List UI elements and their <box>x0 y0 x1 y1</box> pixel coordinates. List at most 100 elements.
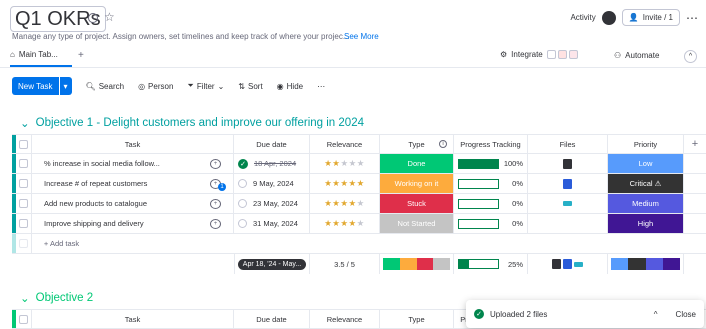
tab-main-table[interactable]: ⌂ Main Tab... <box>10 50 58 59</box>
priority-cell[interactable]: High <box>608 214 684 233</box>
summary-files[interactable] <box>528 254 608 274</box>
column-header-type[interactable]: Type i <box>380 135 454 153</box>
files-cell[interactable] <box>528 174 608 193</box>
type-status-cell[interactable]: Not Started <box>380 214 454 233</box>
add-column-button[interactable]: + <box>684 135 706 153</box>
comment-icon[interactable]: + <box>210 159 221 169</box>
see-more-link[interactable]: See More <box>344 32 379 41</box>
type-status-cell[interactable]: Stuck <box>380 194 454 213</box>
column-header-task[interactable]: Task <box>32 310 234 328</box>
priority-segment <box>662 258 680 270</box>
group-1-label: Objective 1 - Delight customers and impr… <box>35 117 364 129</box>
add-view-button[interactable]: + <box>78 50 84 61</box>
person-filter-button[interactable]: ◎ Person <box>138 82 173 91</box>
files-cell[interactable] <box>528 214 608 233</box>
priority-cell[interactable]: Low <box>608 154 684 173</box>
add-task-input[interactable]: + Add task <box>32 234 706 253</box>
chevron-down-icon[interactable]: ⌄ <box>20 291 30 305</box>
invite-button[interactable]: 👤 Invite / 1 <box>621 9 680 26</box>
hide-button[interactable]: ◉ Hide <box>277 82 303 91</box>
star-icon[interactable]: ☆ <box>104 10 115 24</box>
more-icon[interactable]: ⋯ <box>686 11 698 25</box>
column-header-due[interactable]: Due date <box>234 135 310 153</box>
priority-cell[interactable]: Medium <box>608 194 684 213</box>
chevron-down-icon[interactable]: ▾ <box>58 77 72 95</box>
integrate-button[interactable]: ⚙ Integrate <box>500 50 578 59</box>
home-icon: ⌂ <box>10 50 15 59</box>
file-icon[interactable] <box>563 178 572 189</box>
file-icon[interactable] <box>563 201 572 206</box>
toast-close-button[interactable]: Close <box>676 310 696 319</box>
row-checkbox[interactable] <box>16 154 32 173</box>
add-task-checkbox <box>16 234 32 253</box>
collapse-header-button[interactable]: ^ <box>684 50 697 63</box>
column-header-relevance[interactable]: Relevance <box>310 135 380 153</box>
upload-toast: ✓ Uploaded 2 files ^ Close <box>466 300 704 328</box>
select-all-checkbox[interactable] <box>16 135 32 153</box>
row-checkbox[interactable] <box>16 194 32 213</box>
column-header-progress[interactable]: Progress Tracking <box>454 135 528 153</box>
due-date-cell[interactable]: ✓ 18 Apr, 2024 <box>234 154 310 173</box>
type-status-cell[interactable]: Done <box>380 154 454 173</box>
task-name: % increase in social media follow... <box>44 159 160 168</box>
table-row[interactable]: % increase in social media follow... + ✓ 18… <box>12 154 706 174</box>
row-checkbox[interactable] <box>16 214 32 233</box>
task-name-cell[interactable]: % increase in social media follow... + <box>32 154 234 173</box>
file-icon[interactable] <box>563 158 572 169</box>
filter-button[interactable]: ⏷ Filter ⌄ <box>187 81 224 91</box>
column-header-due[interactable]: Due date <box>234 310 310 328</box>
group-objective-1-title[interactable]: ⌄ Objective 1 - Delight customers and im… <box>20 116 364 130</box>
column-header-files[interactable]: Files <box>528 135 608 153</box>
row-checkbox[interactable] <box>16 174 32 193</box>
column-header-relevance[interactable]: Relevance <box>310 310 380 328</box>
chevron-down-icon[interactable]: ⌄ <box>20 116 30 130</box>
task-name-cell[interactable]: Increase # of repeat customers +1 <box>32 174 234 193</box>
relevance-rating[interactable]: ★★★★★ <box>310 174 380 193</box>
priority-cell[interactable]: Critical ⚠ <box>608 174 684 193</box>
group-objective-2-title[interactable]: ⌄ Objective 2 <box>20 291 93 305</box>
task-name-cell[interactable]: Add new products to catalogue + <box>32 194 234 213</box>
due-date-cell[interactable]: 23 May, 2024 <box>234 194 310 213</box>
search-button[interactable]: 🔍︎ Search <box>86 82 125 91</box>
summary-priority[interactable] <box>608 254 684 274</box>
relevance-rating[interactable]: ★★★★★ <box>310 154 380 173</box>
due-date-cell[interactable]: 31 May, 2024 <box>234 214 310 233</box>
star-rating: ★★★★★ <box>324 178 365 188</box>
activity-label[interactable]: Activity <box>570 13 595 22</box>
automate-button[interactable]: ⚇ Automate <box>614 51 659 60</box>
column-header-priority[interactable]: Priority <box>608 135 684 153</box>
table-row[interactable]: Improve shipping and delivery +31 May, 20… <box>12 214 706 234</box>
priority-segment <box>645 258 663 270</box>
summary-type[interactable] <box>380 254 454 274</box>
relevance-rating[interactable]: ★★★★★ <box>310 194 380 213</box>
column-header-type[interactable]: Type <box>380 310 454 328</box>
more-icon[interactable]: ⋯ <box>317 82 325 91</box>
due-date-cell[interactable]: 9 May, 2024 <box>234 174 310 193</box>
table-row[interactable]: Add new products to catalogue +23 May, 20… <box>12 194 706 214</box>
priority-label: Medium <box>608 194 683 213</box>
summary-due[interactable]: Apr 18, '24 - May... <box>234 254 310 274</box>
relevance-rating[interactable]: ★★★★★ <box>310 214 380 233</box>
info-icon[interactable]: i <box>88 13 98 23</box>
comment-icon[interactable]: + <box>210 199 221 209</box>
column-header-task[interactable]: Task <box>32 135 234 153</box>
due-date-text: 18 Apr, 2024 <box>254 159 297 168</box>
select-all-checkbox[interactable] <box>16 310 32 328</box>
check-circle-icon: ✓ <box>474 309 484 319</box>
chevron-up-icon[interactable]: ^ <box>654 310 658 319</box>
row-spacer <box>684 174 706 193</box>
priority-label: High <box>608 214 683 233</box>
type-status-cell[interactable]: Working on it <box>380 174 454 193</box>
search-label: Search <box>98 81 125 91</box>
table-row[interactable]: Increase # of repeat customers +1 9 May, 2… <box>12 174 706 194</box>
files-cell[interactable] <box>528 194 608 213</box>
sort-button[interactable]: ⇅ Sort <box>238 82 262 91</box>
info-icon[interactable]: i <box>439 140 447 148</box>
files-cell[interactable] <box>528 154 608 173</box>
comment-icon[interactable]: + <box>210 219 221 229</box>
row-spacer <box>684 194 706 213</box>
task-name-cell[interactable]: Improve shipping and delivery + <box>32 214 234 233</box>
new-task-button[interactable]: New Task ▾ <box>12 77 72 95</box>
sort-label: Sort <box>248 81 263 91</box>
avatar[interactable] <box>601 10 616 25</box>
